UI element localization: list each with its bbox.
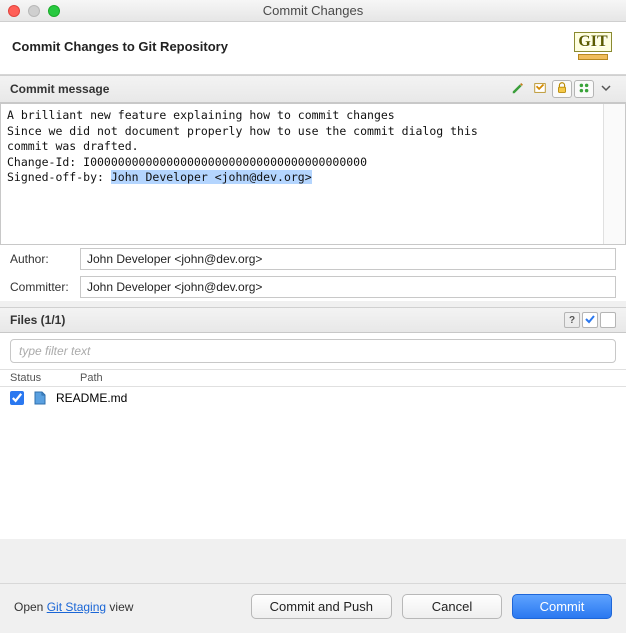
- files-table: Status Path README.md: [0, 369, 626, 539]
- author-label: Author:: [10, 252, 72, 266]
- commit-message-section-header: Commit message: [0, 75, 626, 103]
- commit-message-toolbar: [508, 80, 616, 98]
- changeid-button[interactable]: [574, 80, 594, 98]
- more-options-button[interactable]: [596, 80, 616, 98]
- page-title: Commit Changes to Git Repository: [12, 39, 228, 54]
- files-filter-input[interactable]: [10, 339, 616, 363]
- chevron-down-icon: [601, 82, 611, 96]
- commit-message-label: Commit message: [10, 82, 109, 96]
- col-status[interactable]: Status: [10, 372, 80, 384]
- files-label: Files (1/1): [10, 313, 65, 327]
- commit-message-container: A brilliant new feature explaining how t…: [0, 103, 626, 245]
- author-row: Author:: [0, 245, 626, 273]
- help-button[interactable]: ?: [564, 312, 580, 328]
- col-path[interactable]: Path: [80, 372, 616, 384]
- commit-message-text[interactable]: A brilliant new feature explaining how t…: [1, 104, 603, 244]
- commit-button[interactable]: Commit: [512, 594, 612, 619]
- committer-input[interactable]: [80, 276, 616, 298]
- git-logo-text: GIT: [574, 32, 611, 52]
- files-filter-wrap: [0, 333, 626, 369]
- cancel-button[interactable]: Cancel: [402, 594, 502, 619]
- commit-message-textarea[interactable]: A brilliant new feature explaining how t…: [0, 103, 626, 245]
- msg-line: Since we did not document properly how t…: [7, 124, 597, 140]
- git-staging-link[interactable]: Git Staging: [47, 600, 106, 614]
- amend-icon: [511, 81, 525, 98]
- footer-text-post: view: [106, 600, 133, 614]
- file-path: README.md: [56, 391, 127, 405]
- dialog-header: Commit Changes to Git Repository GIT: [0, 22, 626, 75]
- footer-open-staging: Open Git Staging view: [14, 600, 241, 614]
- amend-commit-button[interactable]: [508, 80, 528, 98]
- git-logo: GIT: [572, 28, 614, 64]
- question-icon: ?: [569, 315, 575, 326]
- signoff-prefix: Signed-off-by:: [7, 170, 111, 184]
- lock-button[interactable]: [552, 80, 572, 98]
- table-row[interactable]: README.md: [0, 387, 626, 409]
- signoff-selection: John Developer <john@dev.org>: [111, 170, 312, 184]
- author-input[interactable]: [80, 248, 616, 270]
- files-section-header: Files (1/1) ?: [0, 307, 626, 333]
- uncheck-all-button[interactable]: [600, 312, 616, 328]
- lock-icon: [555, 81, 569, 98]
- dialog-footer: Open Git Staging view Commit and Push Ca…: [0, 583, 626, 633]
- signoff-button[interactable]: [530, 80, 550, 98]
- msg-line: Signed-off-by: John Developer <john@dev.…: [7, 170, 597, 186]
- files-toolbar: ?: [564, 312, 616, 328]
- msg-line: A brilliant new feature explaining how t…: [7, 108, 597, 124]
- footer-text-pre: Open: [14, 600, 47, 614]
- signoff-icon: [533, 81, 547, 98]
- git-logo-bar: [578, 54, 608, 60]
- window-title: Commit Changes: [0, 3, 626, 18]
- committer-label: Committer:: [10, 280, 72, 294]
- commit-and-push-button[interactable]: Commit and Push: [251, 594, 392, 619]
- window-titlebar: Commit Changes: [0, 0, 626, 22]
- check-icon: [585, 313, 595, 327]
- files-table-header: Status Path: [0, 370, 626, 387]
- commit-message-gutter: [603, 104, 625, 244]
- file-icon: [32, 390, 48, 406]
- msg-line: commit was drafted.: [7, 139, 597, 155]
- changeid-icon: [577, 81, 591, 98]
- check-all-button[interactable]: [582, 312, 598, 328]
- msg-line: Change-Id: I0000000000000000000000000000…: [7, 155, 597, 171]
- committer-row: Committer:: [0, 273, 626, 301]
- file-row-checkbox[interactable]: [10, 391, 24, 405]
